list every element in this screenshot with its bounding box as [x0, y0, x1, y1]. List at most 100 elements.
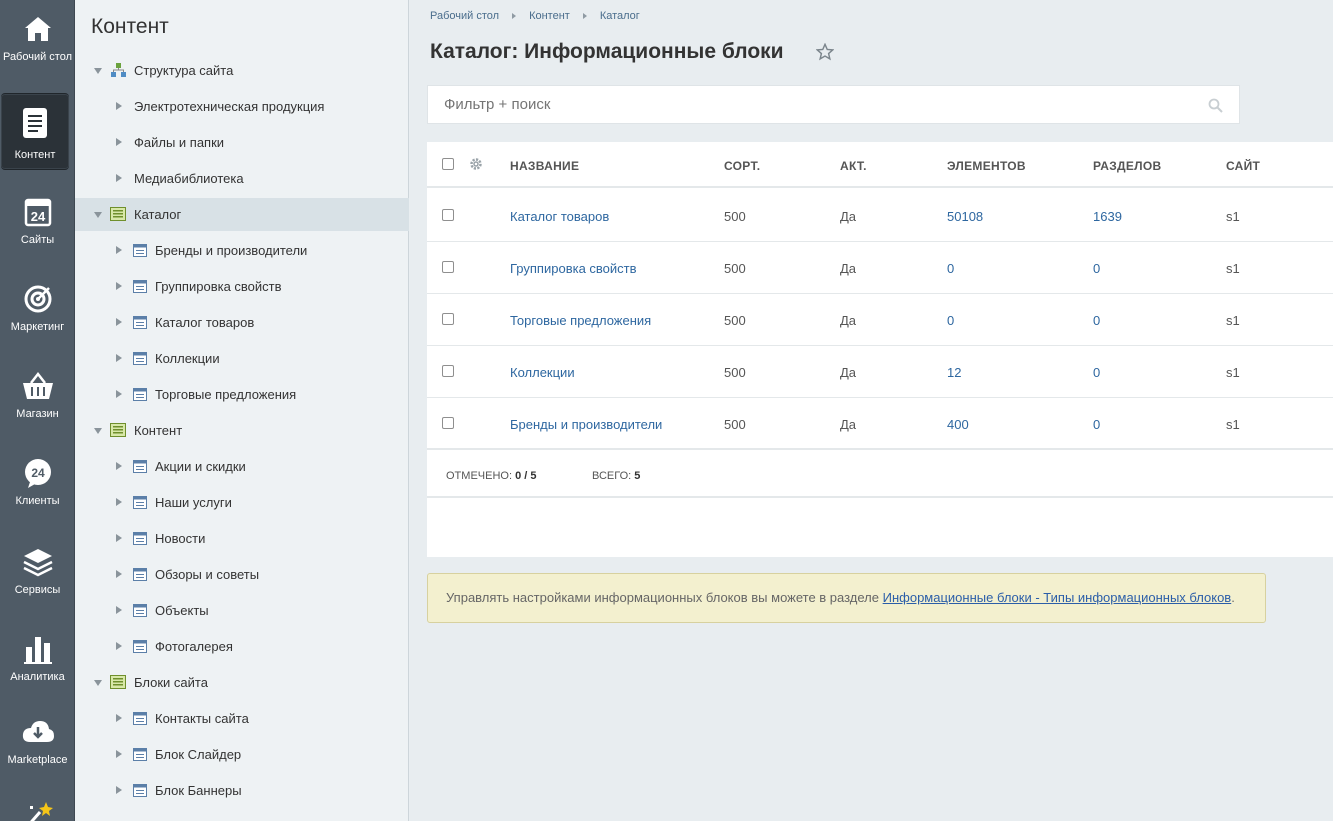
expand-arrow-icon[interactable]: [116, 750, 122, 758]
breadcrumb-content[interactable]: Контент: [529, 10, 570, 22]
breadcrumb-desktop[interactable]: Рабочий стол: [430, 10, 499, 22]
cell-sections-link[interactable]: 1639: [1093, 209, 1122, 224]
row-checkbox[interactable]: [442, 365, 454, 377]
table-row[interactable]: Каталог товаров 500 Да 50108 1639 s1: [427, 190, 1333, 242]
collapse-arrow-icon[interactable]: [94, 212, 102, 218]
table-row[interactable]: Коллекции 500 Да 12 0 s1: [427, 346, 1333, 398]
expand-arrow-icon[interactable]: [116, 318, 122, 326]
tree-node-brands[interactable]: Бренды и производители: [75, 234, 409, 267]
iblock-icon: [133, 460, 149, 474]
gear-icon[interactable]: [469, 157, 483, 174]
rail-item-analytics[interactable]: Аналитика: [0, 620, 75, 698]
cell-sort: 500: [724, 261, 746, 276]
tree-node-electro[interactable]: Электротехническая продукция: [75, 90, 409, 123]
grid-header: НАЗВАНИЕ СОРТ. АКТ. ЭЛЕМЕНТОВ РАЗДЕЛОВ С…: [427, 142, 1333, 188]
rail-item-marketplace[interactable]: Marketplace: [0, 703, 75, 781]
cell-elements-link[interactable]: 50108: [947, 209, 983, 224]
tree-node-slider[interactable]: Блок Слайдер: [75, 738, 409, 771]
row-checkbox[interactable]: [442, 417, 454, 429]
tree-node-files[interactable]: Файлы и папки: [75, 126, 409, 159]
rail-item-services[interactable]: Сервисы: [0, 533, 75, 611]
tree-node-content[interactable]: Контент: [75, 414, 409, 447]
tree-node-site-blocks[interactable]: Блоки сайта: [75, 666, 409, 699]
expand-arrow-icon[interactable]: [116, 390, 122, 398]
expand-arrow-icon[interactable]: [116, 606, 122, 614]
expand-arrow-icon[interactable]: [116, 462, 122, 470]
expand-arrow-icon[interactable]: [116, 570, 122, 578]
cell-elements-link[interactable]: 0: [947, 261, 954, 276]
iblock-name-link[interactable]: Каталог товаров: [510, 209, 609, 224]
expand-arrow-icon[interactable]: [116, 498, 122, 506]
expand-arrow-icon[interactable]: [116, 714, 122, 722]
cell-sections-link[interactable]: 0: [1093, 365, 1100, 380]
column-header-sort[interactable]: СОРТ.: [724, 159, 760, 173]
tree-node-gallery[interactable]: Фотогалерея: [75, 630, 409, 663]
table-row[interactable]: Торговые предложения 500 Да 0 0 s1: [427, 294, 1333, 346]
cell-sections-link[interactable]: 0: [1093, 417, 1100, 432]
expand-arrow-icon[interactable]: [116, 786, 122, 794]
expand-arrow-icon[interactable]: [116, 642, 122, 650]
cell-elements-link[interactable]: 0: [947, 313, 954, 328]
cell-active: Да: [840, 261, 857, 276]
main-menu-rail: Рабочий стол Контент 24 Сайты Маркетинг …: [0, 0, 75, 821]
rail-item-content[interactable]: Контент: [1, 93, 69, 170]
row-checkbox[interactable]: [442, 209, 454, 221]
tree-node-label: Блоки сайта: [134, 675, 208, 690]
tree-node-banners[interactable]: Блок Баннеры: [75, 774, 409, 807]
tree-node-medialib[interactable]: Медиабиблиотека: [75, 162, 409, 195]
tree-node-objects[interactable]: Объекты: [75, 594, 409, 627]
tree-node-products[interactable]: Каталог товаров: [75, 306, 409, 339]
tree-node-offers[interactable]: Торговые предложения: [75, 378, 409, 411]
rail-item-shop[interactable]: Магазин: [0, 357, 75, 435]
document-icon: [15, 103, 55, 143]
column-header-elements[interactable]: ЭЛЕМЕНТОВ: [947, 159, 1026, 173]
tree-node-site-structure[interactable]: Структура сайта: [75, 54, 409, 87]
table-row[interactable]: Бренды и производители 500 Да 400 0 s1: [427, 398, 1333, 450]
breadcrumb-catalog[interactable]: Каталог: [600, 10, 640, 22]
expand-arrow-icon[interactable]: [116, 282, 122, 290]
row-checkbox[interactable]: [442, 313, 454, 325]
iblock-name-link[interactable]: Коллекции: [510, 365, 575, 380]
favorite-star-icon[interactable]: [815, 42, 835, 67]
cell-sections-link[interactable]: 0: [1093, 261, 1100, 276]
tree-node-collections[interactable]: Коллекции: [75, 342, 409, 375]
search-icon[interactable]: [1208, 98, 1223, 116]
column-header-active[interactable]: АКТ.: [840, 159, 867, 173]
filter-search-input[interactable]: [428, 86, 1168, 123]
expand-arrow-icon[interactable]: [116, 246, 122, 254]
collapse-arrow-icon[interactable]: [94, 680, 102, 686]
rail-item-sites[interactable]: 24 Сайты: [0, 183, 75, 261]
iblock-grid: НАЗВАНИЕ СОРТ. АКТ. ЭЛЕМЕНТОВ РАЗДЕЛОВ С…: [427, 142, 1333, 557]
rail-item-clients[interactable]: 24 Клиенты: [0, 444, 75, 522]
iblock-name-link[interactable]: Группировка свойств: [510, 261, 637, 276]
row-checkbox[interactable]: [442, 261, 454, 273]
cell-sections-link[interactable]: 0: [1093, 313, 1100, 328]
rail-item-desktop[interactable]: Рабочий стол: [0, 0, 75, 78]
expand-arrow-icon[interactable]: [116, 138, 122, 146]
iblock-types-link[interactable]: Информационные блоки - Типы информационн…: [883, 590, 1232, 605]
tree-node-reviews[interactable]: Обзоры и советы: [75, 558, 409, 591]
tree-node-props-group[interactable]: Группировка свойств: [75, 270, 409, 303]
iblock-name-link[interactable]: Торговые предложения: [510, 313, 651, 328]
iblock-name-link[interactable]: Бренды и производители: [510, 417, 662, 432]
rail-item-magic[interactable]: [0, 790, 75, 821]
tree-node-promo[interactable]: Акции и скидки: [75, 450, 409, 483]
tree-node-contacts[interactable]: Контакты сайта: [75, 702, 409, 735]
rail-item-marketing[interactable]: Маркетинг: [0, 270, 75, 348]
column-header-sections[interactable]: РАЗДЕЛОВ: [1093, 159, 1162, 173]
collapse-arrow-icon[interactable]: [94, 428, 102, 434]
column-header-name[interactable]: НАЗВАНИЕ: [510, 159, 579, 173]
select-all-checkbox[interactable]: [442, 158, 454, 170]
cell-elements-link[interactable]: 400: [947, 417, 969, 432]
expand-arrow-icon[interactable]: [116, 354, 122, 362]
column-header-site[interactable]: САЙТ: [1226, 159, 1260, 173]
collapse-arrow-icon[interactable]: [94, 68, 102, 74]
tree-node-catalog[interactable]: Каталог: [75, 198, 409, 231]
tree-node-news[interactable]: Новости: [75, 522, 409, 555]
expand-arrow-icon[interactable]: [116, 534, 122, 542]
tree-node-services[interactable]: Наши услуги: [75, 486, 409, 519]
table-row[interactable]: Группировка свойств 500 Да 0 0 s1: [427, 242, 1333, 294]
cell-elements-link[interactable]: 12: [947, 365, 961, 380]
expand-arrow-icon[interactable]: [116, 174, 122, 182]
expand-arrow-icon[interactable]: [116, 102, 122, 110]
